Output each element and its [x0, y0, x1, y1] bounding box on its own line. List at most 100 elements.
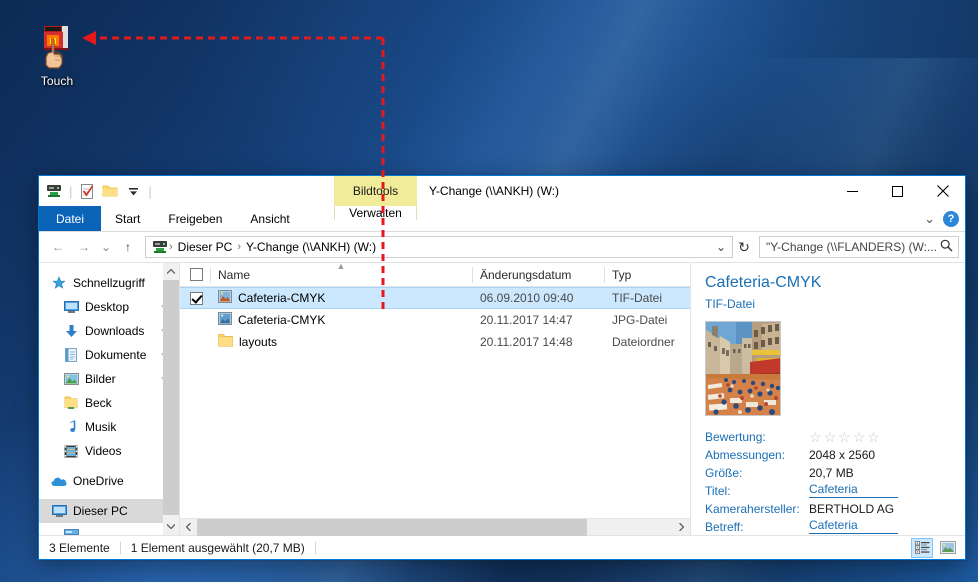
star-icon[interactable]: ☆ [824, 428, 837, 446]
file-list-pane[interactable]: ▲ Name Änderungsdatum Typ Cafeteria-CMYK… [180, 261, 690, 536]
properties-icon[interactable] [77, 181, 97, 201]
row-date-cell: 06.09.2010 09:40 [480, 291, 574, 305]
column-header-type[interactable]: Typ [604, 263, 690, 287]
search-box[interactable] [759, 236, 959, 258]
scroll-right-arrow[interactable] [673, 519, 690, 536]
address-bar[interactable]: ← → ⌄ ↑ › Dieser PC › Y-Change (\\ANKH) … [39, 232, 965, 262]
sidebar-item-bilder[interactable]: Bilder [39, 367, 179, 391]
row-checkbox-cell[interactable] [180, 287, 210, 309]
window-controls[interactable] [830, 176, 965, 206]
file-list-scrollbar[interactable] [180, 518, 690, 536]
sidebar-item-label: Schnellzugriff [73, 276, 145, 290]
table-row[interactable]: layouts 20.11.2017 14:48 Dateiordner [180, 331, 690, 353]
network-drive-icon [61, 528, 81, 536]
star-icon[interactable]: ☆ [853, 428, 866, 446]
rating-stars[interactable]: ☆ ☆ ☆ ☆ ☆ [809, 428, 880, 446]
sidebar-item-dieser-pc[interactable]: Dieser PC [39, 499, 179, 523]
breadcrumb[interactable]: › Dieser PC › Y-Change (\\ANKH) (W:) [150, 240, 712, 254]
desktop-icon-touch[interactable]: Touch [28, 22, 86, 88]
view-buttons[interactable] [911, 537, 965, 558]
sidebar-item-schnellzugriff[interactable]: Schnellzugriff [39, 271, 179, 295]
back-button[interactable]: ← [45, 235, 71, 259]
row-checkbox-cell[interactable] [180, 309, 210, 331]
details-pane[interactable]: Cafeteria-CMYK TIF-Datei Bewertung: ☆ ☆ … [690, 263, 965, 535]
sidebar-item-desktop[interactable]: Desktop [39, 295, 179, 319]
details-properties: Bewertung: ☆ ☆ ☆ ☆ ☆ Abmessungen: 2048 x… [705, 428, 951, 536]
folder-icon [61, 396, 81, 410]
qat-separator-2: | [148, 183, 152, 199]
column-header-label: Typ [612, 267, 632, 282]
star-icon[interactable]: ☆ [867, 428, 880, 446]
sidebar-item-musik[interactable]: Musik [39, 415, 179, 439]
ribbon-right-controls[interactable]: ⌄ ? [924, 206, 959, 232]
title-bar[interactable]: | | Bildtools Y-Change (\\ANKH) (W:) [39, 176, 965, 206]
help-icon[interactable]: ? [943, 211, 959, 227]
tab-verwalten[interactable]: Verwalten [334, 206, 417, 220]
quick-access-toolbar[interactable]: | | [39, 176, 154, 206]
row-name-cell[interactable]: Cafeteria-CMYK [210, 309, 472, 331]
recent-locations-button[interactable]: ⌄ [97, 235, 115, 259]
scroll-up-arrow[interactable] [163, 263, 179, 280]
cloud-icon [49, 476, 69, 487]
row-date-cell: 20.11.2017 14:48 [480, 335, 573, 349]
select-all-checkbox-header[interactable] [180, 263, 210, 287]
scroll-track[interactable] [163, 280, 179, 518]
refresh-icon[interactable]: ↻ [733, 236, 755, 258]
row-checkbox[interactable] [190, 291, 203, 305]
details-view-button[interactable] [911, 537, 933, 558]
chevron-down-icon[interactable]: ⌄ [924, 211, 935, 227]
address-dropdown-icon[interactable]: ⌄ [712, 240, 730, 254]
column-headers[interactable]: ▲ Name Änderungsdatum Typ [180, 261, 690, 287]
breadcrumb-bar[interactable]: › Dieser PC › Y-Change (\\ANKH) (W:) ⌄ [145, 236, 733, 258]
column-header-label: Name [218, 267, 251, 282]
minimize-button[interactable] [830, 176, 875, 206]
scroll-down-arrow[interactable] [163, 518, 179, 535]
tab-start[interactable]: Start [101, 206, 154, 231]
select-all-checkbox[interactable] [190, 268, 203, 281]
breadcrumb-item-1[interactable]: Y-Change (\\ANKH) (W:) [242, 240, 380, 254]
navigation-list[interactable]: Schnellzugriff Desktop Downloads Dokumen… [39, 263, 179, 535]
column-header-name[interactable]: ▲ Name [210, 261, 472, 287]
row-name-cell[interactable]: Cafeteria-CMYK [210, 287, 472, 309]
ribbon-tabs[interactable]: Datei Start Freigeben Ansicht Verwalten … [39, 206, 965, 232]
large-icons-view-button[interactable] [937, 538, 959, 558]
customize-chevron-icon[interactable] [123, 181, 143, 201]
maximize-button[interactable] [875, 176, 920, 206]
column-header-date[interactable]: Änderungsdatum [472, 263, 604, 287]
sidebar-item-dokumente[interactable]: Dokumente [39, 343, 179, 367]
column-header-label: Änderungsdatum [480, 267, 572, 282]
close-button[interactable] [920, 176, 965, 206]
search-input[interactable] [766, 240, 937, 254]
star-icon[interactable]: ☆ [838, 428, 851, 446]
new-folder-icon[interactable] [100, 181, 120, 201]
property-value-editable[interactable]: Cafeteria [809, 482, 898, 498]
breadcrumb-item-0[interactable]: Dieser PC [174, 240, 237, 254]
tab-freigeben[interactable]: Freigeben [154, 206, 236, 231]
sidebar-item-beck[interactable]: Beck [39, 391, 179, 415]
property-value-editable[interactable]: Cafeteria [809, 518, 898, 534]
navigation-pane[interactable]: Schnellzugriff Desktop Downloads Dokumen… [39, 263, 179, 535]
sidebar-item-videos[interactable]: Videos [39, 439, 179, 463]
navigation-pane-scrollbar[interactable] [163, 263, 179, 535]
row-checkbox-cell[interactable] [180, 331, 210, 353]
star-icon[interactable]: ☆ [809, 428, 822, 446]
file-rows[interactable]: Cafeteria-CMYK 06.09.2010 09:40 TIF-Date… [180, 287, 690, 518]
tab-datei[interactable]: Datei [39, 206, 102, 231]
status-separator-2 [314, 541, 316, 554]
sidebar-item-downloads[interactable]: Downloads [39, 319, 179, 343]
forward-button[interactable]: → [71, 235, 97, 259]
scroll-thumb[interactable] [163, 280, 179, 515]
scroll-track[interactable] [197, 518, 673, 536]
scroll-thumb[interactable] [197, 518, 587, 536]
table-row[interactable]: Cafeteria-CMYK 20.11.2017 14:47 JPG-Date… [180, 309, 690, 331]
search-icon[interactable] [937, 239, 956, 255]
sidebar-item-partial[interactable] [39, 523, 179, 535]
network-drive-icon[interactable] [44, 181, 64, 201]
explorer-window[interactable]: | | Bildtools Y-Change (\\ANKH) (W:) Dat… [38, 175, 966, 560]
table-row[interactable]: Cafeteria-CMYK 06.09.2010 09:40 TIF-Date… [180, 287, 690, 309]
row-name-cell[interactable]: layouts [210, 331, 472, 353]
scroll-left-arrow[interactable] [180, 519, 197, 536]
tab-ansicht[interactable]: Ansicht [236, 206, 303, 231]
sidebar-item-onedrive[interactable]: OneDrive [39, 469, 179, 493]
up-button[interactable]: ↑ [115, 235, 141, 259]
